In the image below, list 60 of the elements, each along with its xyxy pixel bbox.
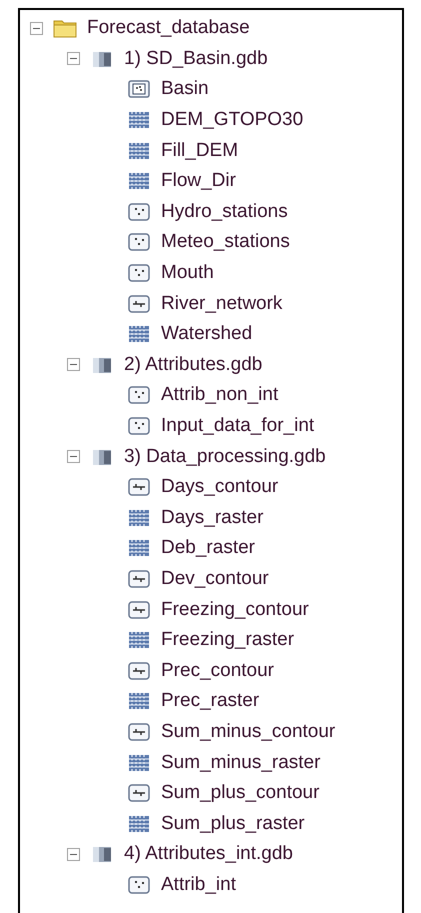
tree-item-label[interactable]: Days_contour <box>161 476 278 498</box>
tree-item-label[interactable]: Fill_DEM <box>161 140 238 162</box>
tree-item-label[interactable]: Prec_contour <box>161 660 274 682</box>
tree-item-label[interactable]: Sum_minus_raster <box>161 752 320 774</box>
tree-item-label[interactable]: Attrib_non_int <box>161 384 278 406</box>
tree-item-label[interactable]: Freezing_raster <box>161 629 294 652</box>
database-icon <box>90 844 114 864</box>
raster-icon <box>127 752 151 773</box>
point-layer-icon <box>127 874 151 895</box>
point-layer-icon <box>127 263 151 284</box>
tree-item-label[interactable]: DEM_GTOPO30 <box>161 109 304 132</box>
raster-icon <box>127 110 151 130</box>
raster-icon <box>127 630 151 650</box>
line-layer-icon <box>127 660 151 681</box>
tree-item-label[interactable]: River_network <box>161 292 282 315</box>
collapse-toggle[interactable] <box>67 450 80 464</box>
tree-item-label[interactable]: Meteo_stations <box>161 231 290 254</box>
raster-icon <box>127 140 151 161</box>
point-layer-icon <box>127 232 151 252</box>
line-layer-icon <box>127 783 151 804</box>
tree-item-label[interactable]: Input_data_for_int <box>161 415 314 438</box>
tree-item-label[interactable]: Basin <box>161 78 209 100</box>
raster-icon <box>127 508 151 528</box>
tree-item-label[interactable]: Freezing_contour <box>161 598 309 621</box>
collapse-toggle[interactable] <box>30 22 43 35</box>
point-layer-icon <box>127 416 151 436</box>
tree-item-label[interactable]: Flow_Dir <box>161 170 236 192</box>
tree-item-label[interactable]: Deb_raster <box>161 537 255 560</box>
tree-item-label[interactable]: Sum_plus_raster <box>161 812 305 835</box>
raster-icon <box>127 324 151 344</box>
tree-item-label[interactable]: Sum_plus_contour <box>161 782 320 804</box>
folder-icon <box>53 18 77 38</box>
collapse-toggle[interactable] <box>67 358 80 372</box>
tree-item-label[interactable]: Hydro_stations <box>161 200 288 223</box>
tree-item-label[interactable]: 3) Data_processing.gdb <box>124 446 326 468</box>
line-layer-icon <box>127 568 151 589</box>
tree-item-label[interactable]: Days_raster <box>161 506 264 529</box>
tree-item-label[interactable]: Mouth <box>161 262 214 284</box>
tree-item-label[interactable]: Watershed <box>161 323 252 346</box>
raster-icon <box>127 171 151 192</box>
polygon-layer-icon <box>127 79 151 100</box>
tree-item-label[interactable]: Attrib_int <box>161 874 236 896</box>
raster-icon <box>127 814 151 834</box>
tree-item-label[interactable]: Prec_raster <box>161 690 260 712</box>
point-layer-icon <box>127 385 151 406</box>
line-layer-icon <box>127 294 151 314</box>
tree-item-label[interactable]: Dev_contour <box>161 568 269 590</box>
raster-icon <box>127 691 151 712</box>
line-layer-icon <box>127 477 151 498</box>
raster-icon <box>127 538 151 558</box>
line-layer-icon <box>127 722 151 742</box>
tree-item-label[interactable]: 2) Attributes.gdb <box>124 354 262 376</box>
line-layer-icon <box>127 600 151 620</box>
collapse-toggle[interactable] <box>67 52 80 66</box>
tree-item-label[interactable]: Sum_minus_contour <box>161 720 336 743</box>
point-layer-icon <box>127 202 151 222</box>
collapse-toggle[interactable] <box>67 848 80 861</box>
tree-item-label[interactable]: 4) Attributes_int.gdb <box>124 843 293 866</box>
tree-item-label[interactable]: Forecast_database <box>87 17 250 40</box>
tree-item-label[interactable]: 1) SD_Basin.gdb <box>124 48 268 70</box>
